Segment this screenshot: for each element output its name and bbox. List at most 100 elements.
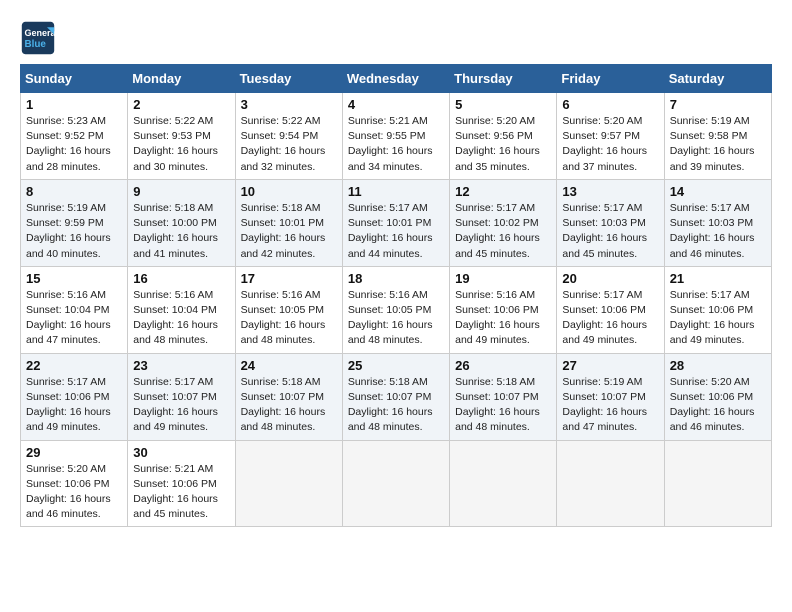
- day-number: 15: [26, 271, 122, 286]
- day-info: Sunrise: 5:17 AMSunset: 10:07 PMDaylight…: [133, 375, 229, 436]
- calendar-cell: 29Sunrise: 5:20 AMSunset: 10:06 PMDaylig…: [21, 440, 128, 527]
- calendar-cell: [235, 440, 342, 527]
- day-number: 16: [133, 271, 229, 286]
- svg-text:Blue: Blue: [25, 39, 47, 50]
- day-number: 9: [133, 184, 229, 199]
- day-info: Sunrise: 5:22 AMSunset: 9:54 PMDaylight:…: [241, 114, 337, 175]
- calendar-cell: 15 Sunrise: 5:16 AMSunset: 10:04 PMDaylig…: [21, 266, 128, 353]
- day-info: Sunrise: 5:16 AMSunset: 10:04 PMDaylight…: [26, 288, 122, 349]
- calendar-cell: 16 Sunrise: 5:16 AMSunset: 10:04 PMDaylig…: [128, 266, 235, 353]
- calendar-cell: 18 Sunrise: 5:16 AMSunset: 10:05 PMDaylig…: [342, 266, 449, 353]
- day-info: Sunrise: 5:18 AMSunset: 10:01 PMDaylight…: [241, 201, 337, 262]
- calendar-cell: 26 Sunrise: 5:18 AMSunset: 10:07 PMDaylig…: [450, 353, 557, 440]
- calendar-header-sunday: Sunday: [21, 65, 128, 93]
- day-info: Sunrise: 5:20 AMSunset: 9:56 PMDaylight:…: [455, 114, 551, 175]
- day-number: 4: [348, 97, 444, 112]
- day-number: 11: [348, 184, 444, 199]
- calendar-cell: 23 Sunrise: 5:17 AMSunset: 10:07 PMDaylig…: [128, 353, 235, 440]
- page-header: General Blue: [20, 20, 772, 56]
- calendar-week-row: 1Sunrise: 5:23 AMSunset: 9:52 PMDaylight…: [21, 93, 772, 180]
- day-info: Sunrise: 5:17 AMSunset: 10:03 PMDaylight…: [670, 201, 766, 262]
- day-number: 20: [562, 271, 658, 286]
- day-number: 17: [241, 271, 337, 286]
- day-info: Sunrise: 5:16 AMSunset: 10:05 PMDaylight…: [241, 288, 337, 349]
- day-number: 18: [348, 271, 444, 286]
- calendar-week-row: 22Sunrise: 5:17 AMSunset: 10:06 PMDaylig…: [21, 353, 772, 440]
- calendar-header-thursday: Thursday: [450, 65, 557, 93]
- day-number: 27: [562, 358, 658, 373]
- day-number: 13: [562, 184, 658, 199]
- day-info: Sunrise: 5:17 AMSunset: 10:02 PMDaylight…: [455, 201, 551, 262]
- calendar-cell: 4 Sunrise: 5:21 AMSunset: 9:55 PMDaylight…: [342, 93, 449, 180]
- day-number: 24: [241, 358, 337, 373]
- calendar-header-row: SundayMondayTuesdayWednesdayThursdayFrid…: [21, 65, 772, 93]
- calendar-table: SundayMondayTuesdayWednesdayThursdayFrid…: [20, 64, 772, 527]
- day-number: 6: [562, 97, 658, 112]
- calendar-cell: 12 Sunrise: 5:17 AMSunset: 10:02 PMDaylig…: [450, 179, 557, 266]
- calendar-cell: 1Sunrise: 5:23 AMSunset: 9:52 PMDaylight…: [21, 93, 128, 180]
- calendar-cell: 25Sunrise: 5:18 AMSunset: 10:07 PMDaylig…: [342, 353, 449, 440]
- day-info: Sunrise: 5:16 AMSunset: 10:04 PMDaylight…: [133, 288, 229, 349]
- day-info: Sunrise: 5:21 AMSunset: 9:55 PMDaylight:…: [348, 114, 444, 175]
- day-info: Sunrise: 5:17 AMSunset: 10:06 PMDaylight…: [670, 288, 766, 349]
- day-number: 26: [455, 358, 551, 373]
- calendar-cell: 3Sunrise: 5:22 AMSunset: 9:54 PMDaylight…: [235, 93, 342, 180]
- calendar-cell: 17 Sunrise: 5:16 AMSunset: 10:05 PMDaylig…: [235, 266, 342, 353]
- logo: General Blue: [20, 20, 60, 56]
- day-info: Sunrise: 5:16 AMSunset: 10:05 PMDaylight…: [348, 288, 444, 349]
- calendar-header-tuesday: Tuesday: [235, 65, 342, 93]
- calendar-cell: 30 Sunrise: 5:21 AMSunset: 10:06 PMDaylig…: [128, 440, 235, 527]
- day-info: Sunrise: 5:18 AMSunset: 10:00 PMDaylight…: [133, 201, 229, 262]
- calendar-cell: 14 Sunrise: 5:17 AMSunset: 10:03 PMDaylig…: [664, 179, 771, 266]
- calendar-cell: 20Sunrise: 5:17 AMSunset: 10:06 PMDaylig…: [557, 266, 664, 353]
- day-info: Sunrise: 5:21 AMSunset: 10:06 PMDaylight…: [133, 462, 229, 523]
- calendar-header-monday: Monday: [128, 65, 235, 93]
- calendar-week-row: 15 Sunrise: 5:16 AMSunset: 10:04 PMDaylig…: [21, 266, 772, 353]
- day-number: 7: [670, 97, 766, 112]
- day-info: Sunrise: 5:18 AMSunset: 10:07 PMDaylight…: [348, 375, 444, 436]
- day-number: 14: [670, 184, 766, 199]
- calendar-cell: [664, 440, 771, 527]
- calendar-cell: [557, 440, 664, 527]
- calendar-body: 1Sunrise: 5:23 AMSunset: 9:52 PMDaylight…: [21, 93, 772, 527]
- day-number: 2: [133, 97, 229, 112]
- calendar-cell: 6Sunrise: 5:20 AMSunset: 9:57 PMDaylight…: [557, 93, 664, 180]
- logo-icon: General Blue: [20, 20, 56, 56]
- calendar-cell: 9 Sunrise: 5:18 AMSunset: 10:00 PMDayligh…: [128, 179, 235, 266]
- calendar-cell: 8Sunrise: 5:19 AMSunset: 9:59 PMDaylight…: [21, 179, 128, 266]
- day-number: 28: [670, 358, 766, 373]
- day-number: 19: [455, 271, 551, 286]
- calendar-week-row: 8Sunrise: 5:19 AMSunset: 9:59 PMDaylight…: [21, 179, 772, 266]
- calendar-cell: 10 Sunrise: 5:18 AMSunset: 10:01 PMDaylig…: [235, 179, 342, 266]
- day-number: 23: [133, 358, 229, 373]
- day-info: Sunrise: 5:19 AMSunset: 10:07 PMDaylight…: [562, 375, 658, 436]
- day-info: Sunrise: 5:17 AMSunset: 10:01 PMDaylight…: [348, 201, 444, 262]
- calendar-cell: 13 Sunrise: 5:17 AMSunset: 10:03 PMDaylig…: [557, 179, 664, 266]
- calendar-cell: 7 Sunrise: 5:19 AMSunset: 9:58 PMDaylight…: [664, 93, 771, 180]
- day-number: 8: [26, 184, 122, 199]
- day-info: Sunrise: 5:17 AMSunset: 10:03 PMDaylight…: [562, 201, 658, 262]
- day-info: Sunrise: 5:20 AMSunset: 10:06 PMDaylight…: [670, 375, 766, 436]
- calendar-cell: 28 Sunrise: 5:20 AMSunset: 10:06 PMDaylig…: [664, 353, 771, 440]
- calendar-header-wednesday: Wednesday: [342, 65, 449, 93]
- day-info: Sunrise: 5:22 AMSunset: 9:53 PMDaylight:…: [133, 114, 229, 175]
- calendar-cell: 2 Sunrise: 5:22 AMSunset: 9:53 PMDaylight…: [128, 93, 235, 180]
- calendar-header-saturday: Saturday: [664, 65, 771, 93]
- day-number: 30: [133, 445, 229, 460]
- calendar-cell: 5 Sunrise: 5:20 AMSunset: 9:56 PMDaylight…: [450, 93, 557, 180]
- calendar-cell: 27 Sunrise: 5:19 AMSunset: 10:07 PMDaylig…: [557, 353, 664, 440]
- day-number: 1: [26, 97, 122, 112]
- calendar-week-row: 29Sunrise: 5:20 AMSunset: 10:06 PMDaylig…: [21, 440, 772, 527]
- day-number: 10: [241, 184, 337, 199]
- day-info: Sunrise: 5:18 AMSunset: 10:07 PMDaylight…: [455, 375, 551, 436]
- day-number: 12: [455, 184, 551, 199]
- day-number: 22: [26, 358, 122, 373]
- calendar-cell: 19 Sunrise: 5:16 AMSunset: 10:06 PMDaylig…: [450, 266, 557, 353]
- calendar-cell: 24Sunrise: 5:18 AMSunset: 10:07 PMDaylig…: [235, 353, 342, 440]
- day-info: Sunrise: 5:19 AMSunset: 9:58 PMDaylight:…: [670, 114, 766, 175]
- day-info: Sunrise: 5:20 AMSunset: 10:06 PMDaylight…: [26, 462, 122, 523]
- calendar-cell: 21 Sunrise: 5:17 AMSunset: 10:06 PMDaylig…: [664, 266, 771, 353]
- day-number: 21: [670, 271, 766, 286]
- day-info: Sunrise: 5:16 AMSunset: 10:06 PMDaylight…: [455, 288, 551, 349]
- day-number: 5: [455, 97, 551, 112]
